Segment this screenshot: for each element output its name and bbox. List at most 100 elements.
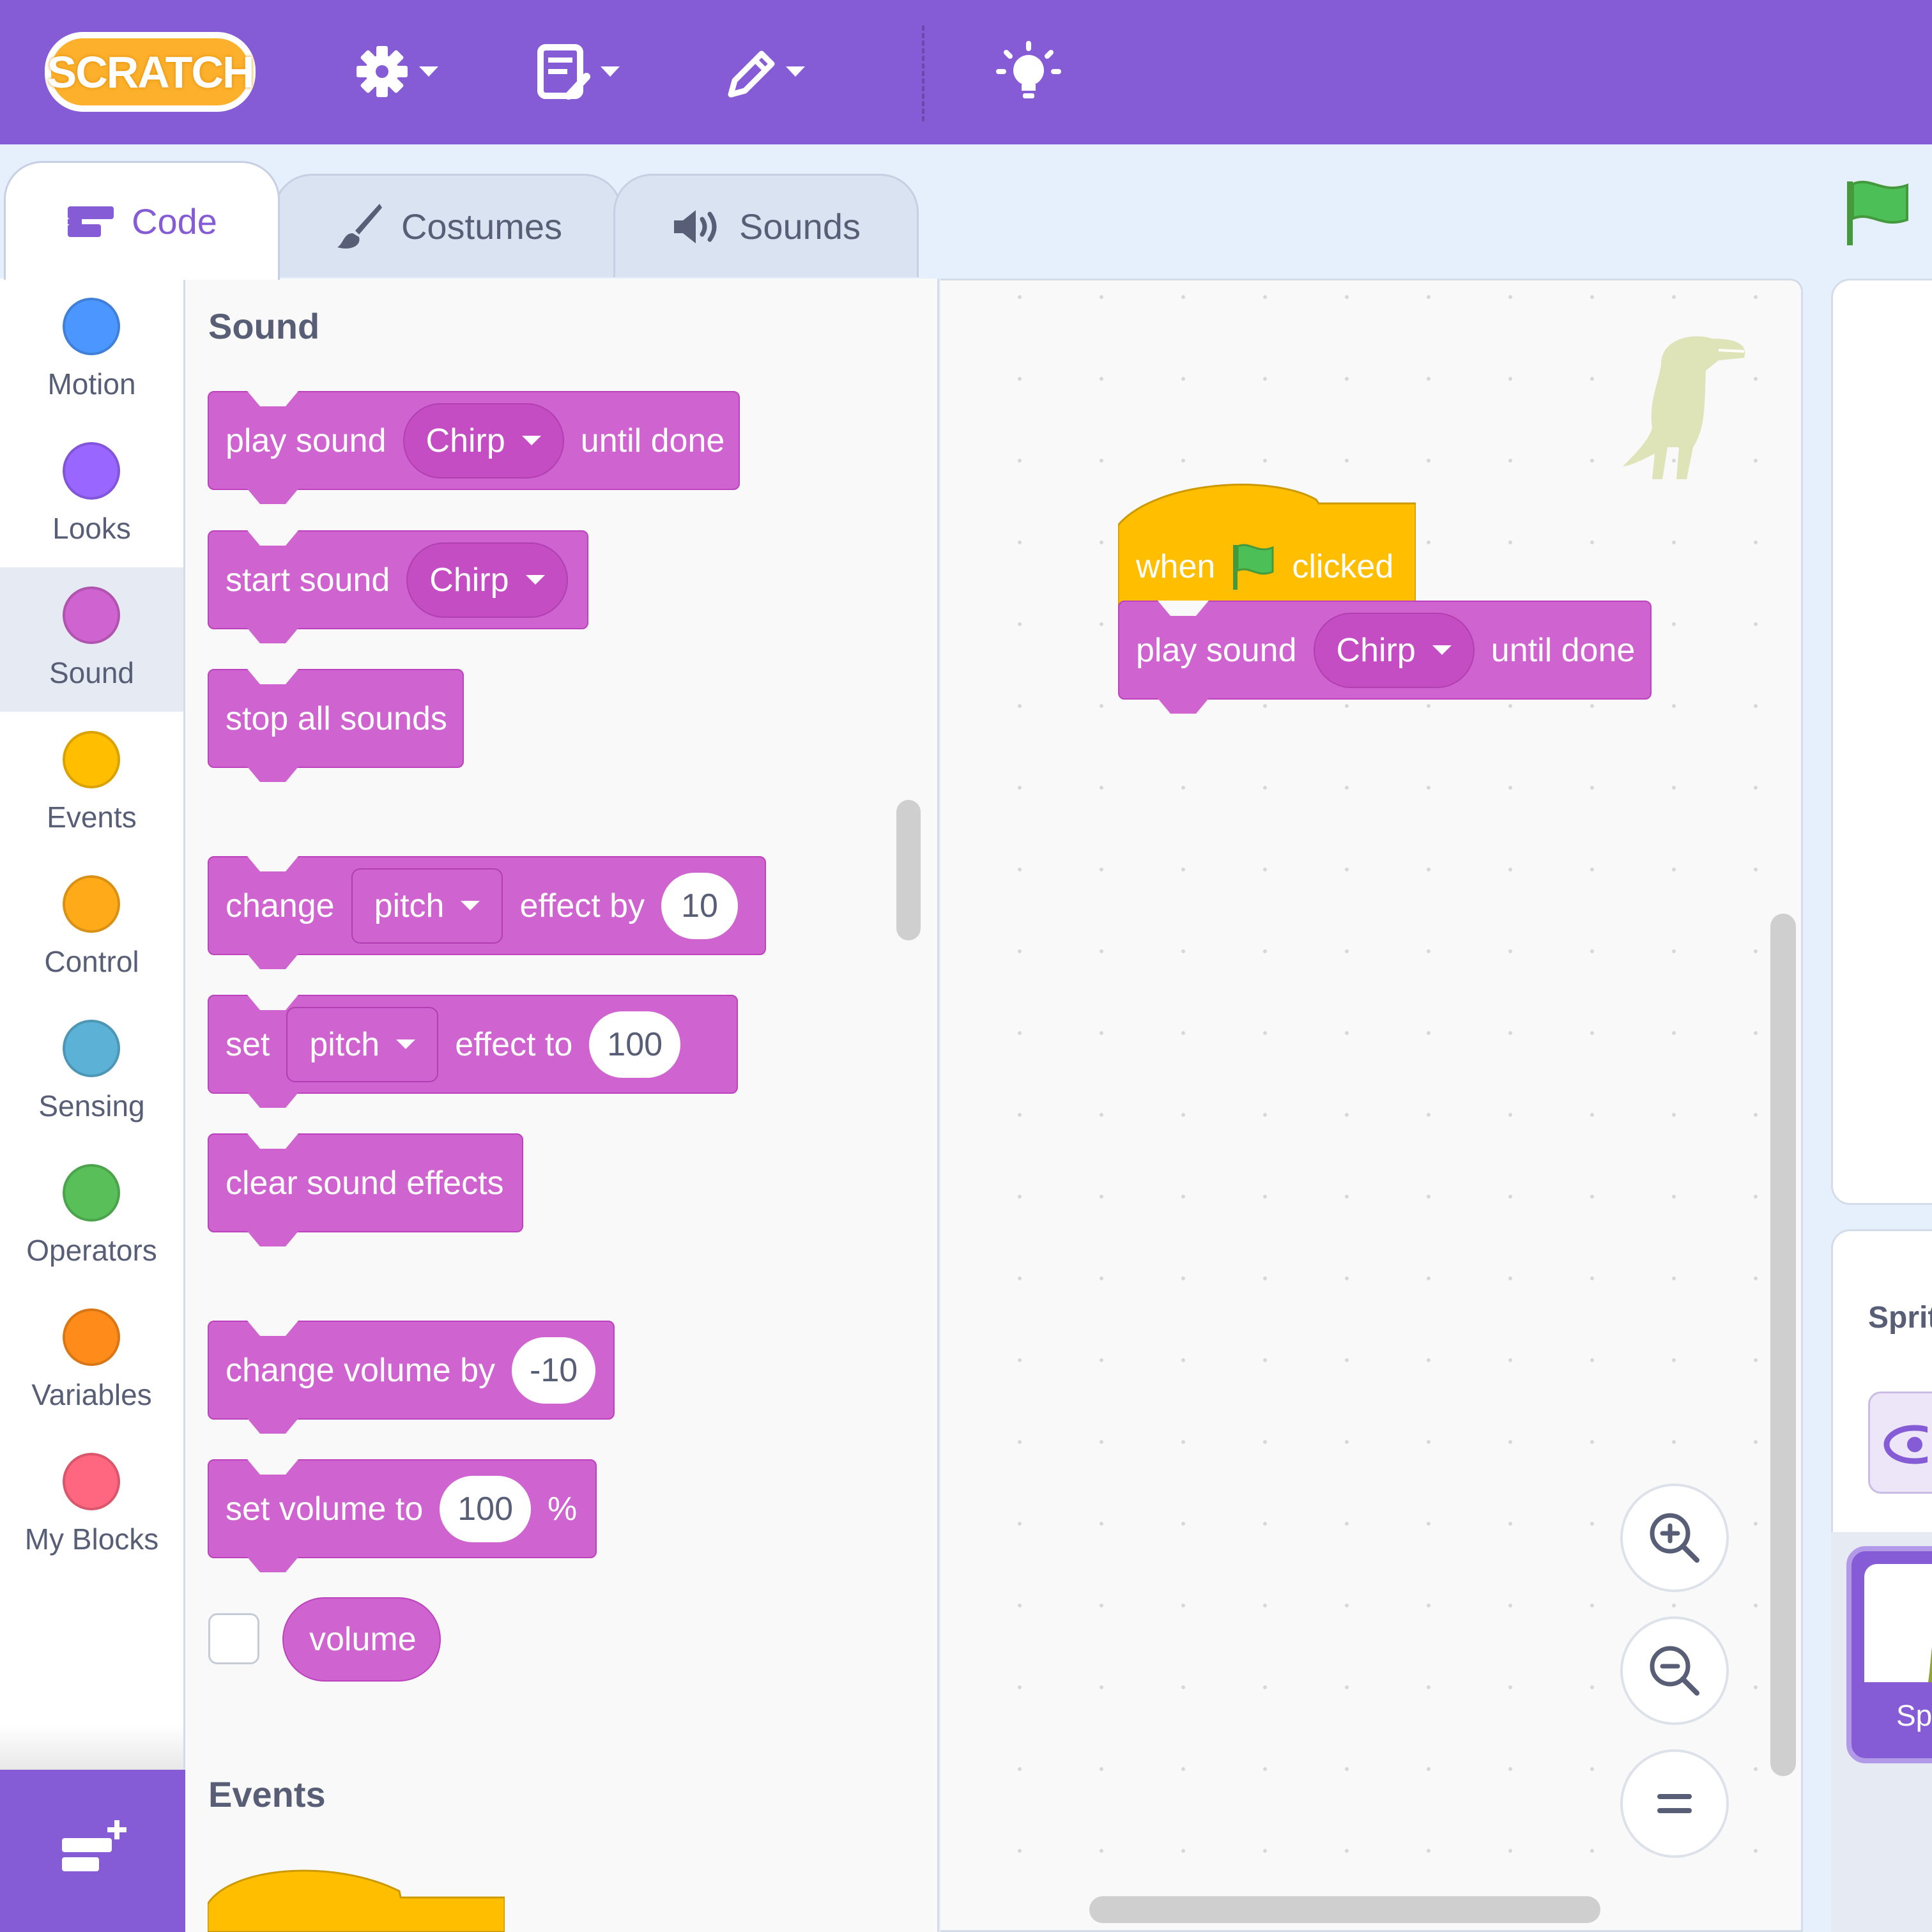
- block-text: until done: [1491, 631, 1636, 669]
- block-volume-reporter[interactable]: volume: [282, 1597, 441, 1682]
- block-text: when: [1136, 548, 1216, 585]
- block-text: volume: [309, 1621, 417, 1658]
- zoom-out-button[interactable]: [1620, 1616, 1729, 1725]
- category-fade: [0, 1725, 183, 1770]
- sprite-label: Sprit: [1868, 1301, 1932, 1335]
- add-extension-button[interactable]: [0, 1770, 187, 1932]
- green-flag-run-button[interactable]: [1843, 178, 1913, 248]
- sound-dropdown[interactable]: Chirp: [406, 542, 568, 618]
- category-dot: [63, 298, 120, 355]
- category-dot: [63, 1164, 120, 1222]
- tab-sounds-label: Sounds: [739, 206, 861, 247]
- category-label: Sound: [49, 656, 134, 689]
- category-sensing[interactable]: Sensing: [0, 1000, 183, 1145]
- number-input[interactable]: 10: [661, 872, 739, 939]
- category-label: Looks: [52, 512, 131, 545]
- category-variables[interactable]: Variables: [0, 1289, 183, 1434]
- tutorials-bulb-icon[interactable]: [993, 40, 1064, 103]
- category-dot: [63, 1453, 120, 1510]
- block-text: until done: [580, 422, 725, 459]
- sprite-thumbnail-image: [1864, 1564, 1932, 1682]
- sound-dropdown[interactable]: Chirp: [402, 402, 564, 479]
- category-dot: [63, 442, 120, 500]
- category-label: Sensing: [38, 1089, 145, 1123]
- block-clear-sound-effects[interactable]: clear sound effects: [208, 1133, 523, 1232]
- number-input[interactable]: 100: [440, 1475, 532, 1542]
- number-input[interactable]: 100: [589, 1011, 681, 1078]
- palette-section-events: Events: [208, 1774, 326, 1814]
- block-text: stop all sounds: [226, 700, 447, 737]
- menu-divider: [922, 26, 924, 121]
- block-text: clicked: [1292, 548, 1394, 585]
- zoom-reset-button[interactable]: [1620, 1749, 1729, 1858]
- sprite-thumbnail-name: Sp: [1896, 1699, 1932, 1732]
- code-blocks-icon: [68, 206, 114, 237]
- category-events[interactable]: Events: [0, 712, 183, 856]
- volume-monitor-checkbox[interactable]: [208, 1613, 259, 1664]
- block-change-volume-by[interactable]: change volume by -10: [208, 1321, 615, 1420]
- block-text: play sound: [226, 422, 387, 459]
- block-text: %: [548, 1490, 578, 1528]
- category-sound[interactable]: Sound: [0, 567, 183, 712]
- file-icon[interactable]: [537, 40, 639, 103]
- dropdown-arrow-icon: [521, 436, 541, 445]
- number-input[interactable]: -10: [512, 1337, 596, 1404]
- category-sidebar: Motion Looks Sound Events Control Sensin…: [0, 279, 185, 1932]
- equals-icon: [1657, 1794, 1692, 1813]
- category-dot: [63, 875, 120, 933]
- tab-code-label: Code: [132, 201, 217, 241]
- category-dot: [63, 731, 120, 788]
- category-label: Events: [47, 801, 137, 834]
- green-flag-icon: [1233, 544, 1274, 590]
- scratch-logo[interactable]: SCRATCH: [45, 32, 256, 112]
- dropdown-arrow-icon: [396, 1039, 416, 1049]
- script-block-play-sound-until-done[interactable]: play sound Chirp until done: [1118, 601, 1652, 700]
- palette-scrollbar[interactable]: [896, 800, 921, 940]
- block-text: effect by: [519, 887, 645, 924]
- block-set-volume-to[interactable]: set volume to 100 %: [208, 1459, 597, 1558]
- category-label: Variables: [31, 1378, 152, 1411]
- block-set-effect-to[interactable]: set pitch effect to 100: [208, 995, 738, 1094]
- paintbrush-icon: [337, 203, 382, 249]
- category-my-blocks[interactable]: My Blocks: [0, 1434, 183, 1578]
- block-start-sound[interactable]: start sound Chirp: [208, 530, 588, 629]
- block-change-effect-by[interactable]: change pitch effect by 10: [208, 856, 766, 955]
- sprite-dinosaur-icon: [1928, 1647, 1932, 1682]
- show-sprite-toggle[interactable]: [1868, 1392, 1932, 1494]
- category-looks[interactable]: Looks: [0, 423, 183, 567]
- stage-canvas[interactable]: [1831, 279, 1932, 1205]
- script-horizontal-scrollbar[interactable]: [1089, 1896, 1600, 1923]
- block-events-hat-peek[interactable]: [208, 1853, 505, 1932]
- sound-dropdown[interactable]: Chirp: [1313, 612, 1475, 688]
- category-label: Control: [44, 945, 139, 978]
- edit-pencil-icon[interactable]: [722, 40, 824, 103]
- script-vertical-scrollbar[interactable]: [1770, 914, 1796, 1776]
- block-stop-all-sounds[interactable]: stop all sounds: [208, 669, 464, 768]
- category-control[interactable]: Control: [0, 856, 183, 1000]
- sprite-thumbnail[interactable]: Sp: [1846, 1546, 1932, 1763]
- dropdown-arrow-icon: [525, 575, 545, 585]
- zoom-out-icon: [1650, 1646, 1699, 1696]
- tab-code[interactable]: Code: [4, 161, 280, 280]
- category-operators[interactable]: Operators: [0, 1145, 183, 1289]
- gear-icon[interactable]: [355, 40, 457, 103]
- palette-section-sound: Sound: [208, 306, 320, 346]
- speaker-icon: [674, 210, 717, 243]
- zoom-in-icon: [1650, 1513, 1699, 1563]
- tab-costumes-label: Costumes: [401, 206, 563, 247]
- block-text: clear sound effects: [226, 1164, 504, 1202]
- effect-dropdown[interactable]: pitch: [286, 1006, 439, 1082]
- block-text: set: [226, 1025, 270, 1063]
- block-play-sound-until-done[interactable]: play sound Chirp until done: [208, 391, 740, 490]
- dropdown-arrow-icon: [1432, 645, 1452, 655]
- block-text: effect to: [455, 1025, 573, 1063]
- sprite-dinosaur-icon: [1623, 336, 1745, 479]
- tab-sounds[interactable]: Sounds: [613, 174, 919, 277]
- block-text: change: [226, 887, 335, 924]
- tab-costumes[interactable]: Costumes: [273, 174, 622, 277]
- category-motion[interactable]: Motion: [0, 279, 183, 423]
- category-label: Motion: [47, 367, 136, 401]
- block-text: change volume by: [226, 1351, 496, 1389]
- zoom-in-button[interactable]: [1620, 1483, 1729, 1592]
- effect-dropdown[interactable]: pitch: [351, 868, 503, 944]
